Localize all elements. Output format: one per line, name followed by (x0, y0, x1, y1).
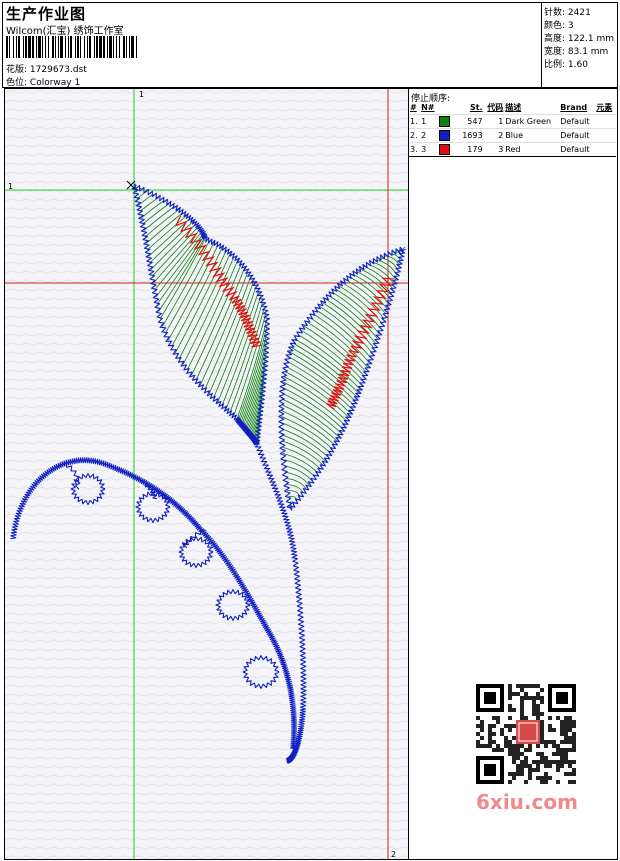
colorway-info: 色位: Colorway 1 (6, 75, 80, 88)
row-stitches: 1693 (457, 128, 484, 143)
color-swatch (438, 130, 450, 141)
row-index: 2. (409, 128, 421, 143)
row-swatch-cell (437, 128, 458, 143)
company-name: Wilcom(汇宝) 绣饰工作室 (6, 26, 124, 37)
col-needle: N# (421, 103, 435, 112)
seal-stamp (516, 720, 540, 744)
design-width: 宽度: 83.1 mm (544, 47, 609, 57)
design-height: 高度: 122.1 mm (544, 34, 615, 44)
table-row[interactable]: 3. 3 179 3 Red Default (409, 142, 616, 157)
guide-v1-label: 1 (139, 90, 144, 99)
row-stitches: 547 (457, 114, 484, 129)
table-row[interactable]: 1. 1 547 1 Dark Green Default (409, 114, 616, 129)
row-needle: 3 (420, 142, 438, 157)
design-info: 花版: 1729673.dst (6, 62, 87, 75)
row-index: 3. (409, 142, 421, 157)
row-desc: Dark Green (504, 114, 560, 129)
stop-sequence-table: # N# St. 代码 描述 Brand 元素 1. 1 547 1 Dark … (409, 101, 616, 157)
color-swatch (438, 116, 450, 127)
barcode (6, 36, 137, 58)
row-brand: Default (559, 114, 596, 129)
row-element (595, 142, 616, 157)
row-needle: 2 (420, 128, 438, 143)
row-swatch-cell (437, 114, 458, 129)
col-index: # (410, 103, 417, 112)
col-brand: Brand (560, 103, 588, 112)
row-element (595, 128, 616, 143)
row-needle: 1 (420, 114, 438, 129)
col-code: 代码 (487, 103, 504, 112)
col-swatch (438, 101, 458, 115)
guide-v2-label: 2 (391, 850, 396, 859)
colorway-value: Colorway 1 (29, 78, 81, 88)
design-value: 1729673.dst (29, 65, 87, 75)
row-element (595, 114, 616, 129)
watermark-logo: 6xiu.com (476, 790, 578, 814)
design-canvas[interactable]: 1 1 2 (4, 88, 409, 860)
row-stitches: 179 (457, 142, 484, 157)
row-code: 2 (483, 128, 505, 143)
row-desc: Red (504, 142, 560, 157)
row-brand: Default (559, 142, 596, 157)
colorway-label: 色位: (6, 78, 28, 88)
table-row[interactable]: 2. 2 1693 2 Blue Default (409, 128, 616, 143)
row-code: 1 (483, 114, 505, 129)
color-swatch (438, 144, 450, 155)
row-swatch-cell (437, 142, 458, 157)
stats-panel: 针数: 2421 颜色: 3 高度: 122.1 mm 宽度: 83.1 mm … (541, 2, 619, 88)
col-desc: 描述 (505, 103, 522, 112)
row-code: 3 (483, 142, 505, 157)
row-index: 1. (409, 114, 421, 129)
stitch-count: 针数: 2421 (544, 8, 591, 18)
embroidery-drawing: 1 1 2 (5, 89, 408, 859)
design-label: 花版: (6, 65, 28, 75)
guide-h1-label: 1 (8, 182, 13, 191)
row-desc: Blue (504, 128, 560, 143)
row-brand: Default (559, 128, 596, 143)
design-scale: 比例: 1.60 (544, 60, 588, 70)
color-count: 颜色: 3 (544, 21, 574, 31)
col-stitches: St. (469, 103, 483, 112)
col-element: 元素 (596, 103, 613, 112)
page-title: 生产作业图 (6, 5, 87, 23)
